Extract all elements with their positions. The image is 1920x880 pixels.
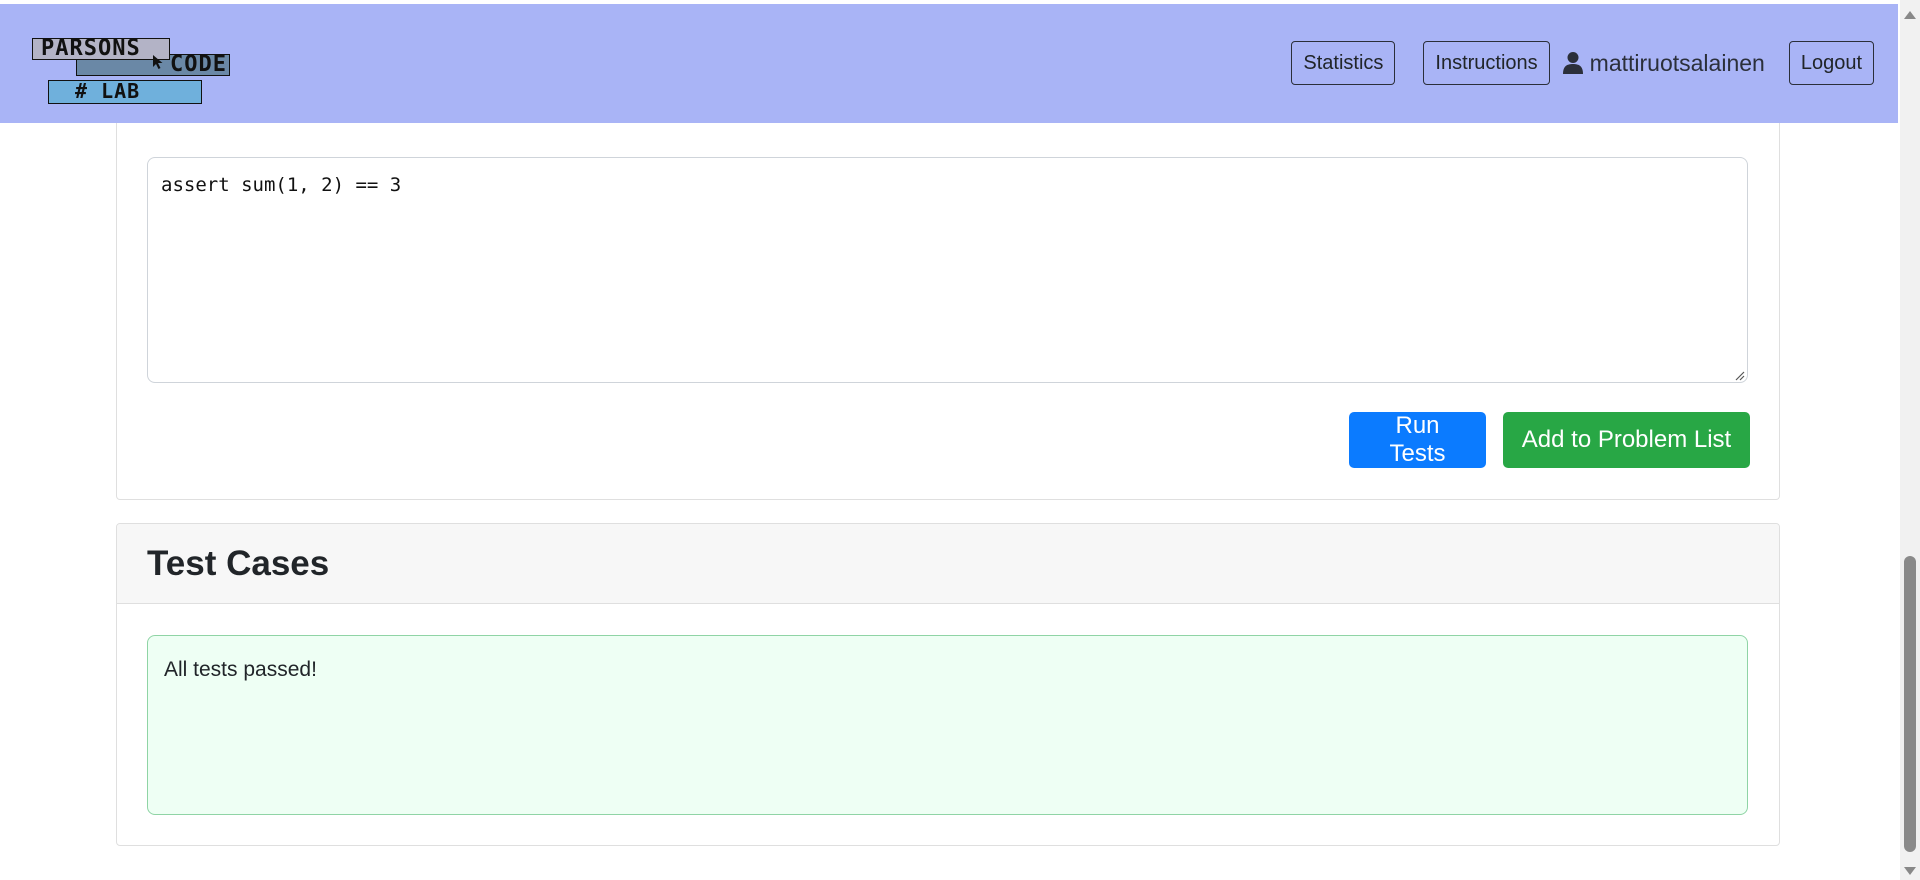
add-to-problem-list-button[interactable]: Add to Problem List xyxy=(1503,412,1750,468)
page: PARSONS CODE # LAB Statistics Instructio… xyxy=(0,0,1920,880)
instructions-button[interactable]: Instructions xyxy=(1423,41,1550,85)
test-editor-card: assert sum(1, 2) == 3 Run Tests Add to P… xyxy=(116,100,1780,500)
test-code-textarea[interactable]: assert sum(1, 2) == 3 xyxy=(147,157,1748,383)
test-cases-title: Test Cases xyxy=(147,543,330,583)
test-result-text: All tests passed! xyxy=(164,658,317,681)
run-tests-button[interactable]: Run Tests xyxy=(1349,412,1486,468)
nav-actions: Statistics Instructions mattiruotsalaine… xyxy=(1291,40,1874,86)
scroll-down-arrow-icon[interactable] xyxy=(1904,862,1916,880)
test-result-box: All tests passed! xyxy=(147,635,1748,815)
scroll-up-arrow-icon[interactable] xyxy=(1904,6,1916,24)
scrollbar-thumb[interactable] xyxy=(1904,556,1916,852)
test-cases-header: Test Cases xyxy=(117,524,1779,604)
resize-handle-icon[interactable] xyxy=(1733,368,1745,386)
vertical-scrollbar[interactable] xyxy=(1900,0,1920,880)
username-label: mattiruotsalainen xyxy=(1589,49,1765,76)
logo-text-parsons: PARSONS xyxy=(32,38,170,60)
user-icon xyxy=(1562,51,1584,75)
user-menu[interactable]: mattiruotsalainen xyxy=(1562,50,1765,77)
statistics-button[interactable]: Statistics xyxy=(1291,41,1396,85)
logout-button[interactable]: Logout xyxy=(1788,41,1874,85)
logo-text-lab: # LAB xyxy=(48,80,202,104)
navbar: PARSONS CODE # LAB Statistics Instructio… xyxy=(0,4,1898,123)
test-cases-card: Test Cases All tests passed! xyxy=(116,523,1780,846)
logo[interactable]: PARSONS CODE # LAB xyxy=(30,34,235,109)
cursor-icon xyxy=(152,54,164,74)
